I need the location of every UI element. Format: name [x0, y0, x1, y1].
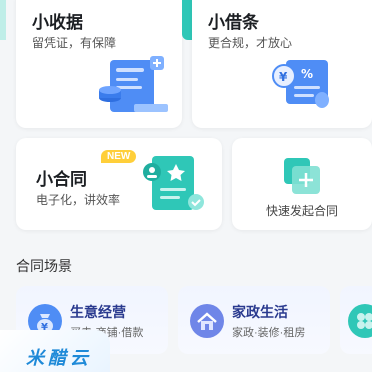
- contract-card[interactable]: 小合同 NEW 电子化，讲效率: [16, 138, 222, 230]
- receipt-title: 小收据: [32, 13, 83, 32]
- iou-icon: % ¥: [272, 60, 329, 108]
- scene-more[interactable]: [340, 286, 372, 354]
- quick-contract-card[interactable]: 快速发起合同: [232, 138, 372, 230]
- section-title: 合同场景: [16, 258, 72, 274]
- svg-text:%: %: [301, 67, 313, 81]
- new-badge: NEW: [101, 150, 137, 163]
- top-accent-right: [182, 0, 192, 40]
- contract-subtitle: 电子化，讲效率: [36, 193, 121, 207]
- quick-contract-label: 快速发起合同: [265, 204, 338, 218]
- scene-subtitle: 家政·装修·租房: [232, 327, 306, 339]
- receipt-card[interactable]: 小收据 留凭证，有保障: [16, 0, 182, 128]
- iou-subtitle: 更合规，才放心: [208, 36, 293, 50]
- scene-title: 家政生活: [232, 304, 288, 320]
- contract-title: 小合同: [36, 170, 87, 189]
- scene-home[interactable]: 家政生活 家政·装修·租房: [178, 286, 330, 354]
- house-icon: [190, 304, 224, 338]
- contract-icon: [143, 156, 204, 210]
- watermark-text: 米醋云: [26, 348, 92, 368]
- receipt-icon: [99, 56, 168, 112]
- watermark: 米醋云: [0, 330, 110, 372]
- more-scene-icon: [348, 304, 372, 338]
- iou-title: 小借条: [208, 13, 259, 32]
- iou-card[interactable]: 小借条 更合规，才放心 % ¥: [192, 0, 372, 128]
- svg-text:¥: ¥: [279, 70, 288, 84]
- add-document-icon: [284, 158, 320, 194]
- receipt-subtitle: 留凭证，有保障: [32, 36, 117, 50]
- top-accent: [0, 0, 6, 40]
- scene-title: 生意经营: [70, 304, 126, 320]
